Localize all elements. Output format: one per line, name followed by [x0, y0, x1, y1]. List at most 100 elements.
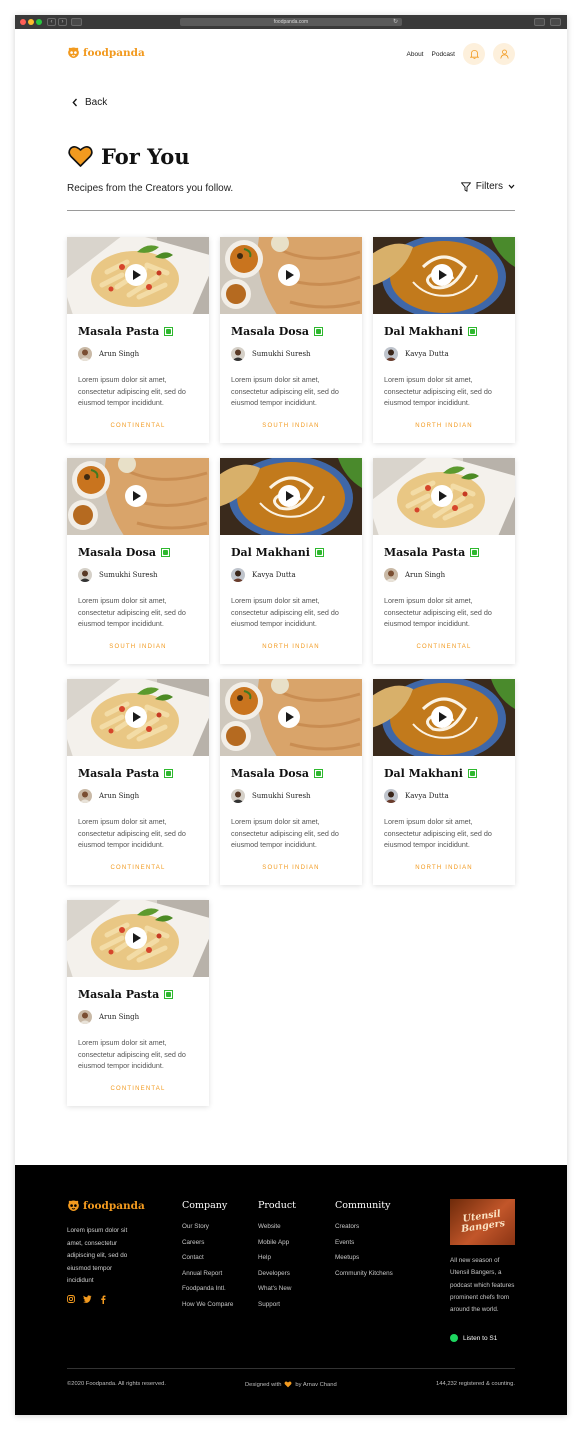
downloads-icon[interactable] [534, 18, 545, 26]
footer-link[interactable]: Events [335, 1239, 393, 1246]
recipe-card[interactable]: Dal Makhani Kavya Dutta Lorem ipsum dolor … [220, 458, 362, 664]
recipe-card[interactable]: Masala Pasta Arun Singh Lorem ipsum dolor … [67, 900, 209, 1106]
recipe-title[interactable]: Masala Dosa [231, 767, 309, 780]
footer-link[interactable]: Meetups [335, 1254, 393, 1261]
brand-logo[interactable]: foodpanda [67, 47, 145, 59]
cuisine-tag[interactable]: CONTINENTAL [67, 423, 209, 429]
recipe-title[interactable]: Masala Dosa [78, 546, 156, 559]
reload-icon[interactable]: ↻ [393, 18, 398, 26]
play-button[interactable] [125, 264, 147, 286]
recipe-card[interactable]: Masala Dosa Sumukhi Suresh Lorem ipsum dol… [67, 458, 209, 664]
cuisine-tag[interactable]: NORTH INDIAN [220, 644, 362, 650]
footer-link[interactable]: Community Kitchens [335, 1270, 393, 1277]
cuisine-tag[interactable]: SOUTH INDIAN [67, 644, 209, 650]
recipe-author[interactable]: Kavya Dutta [231, 568, 296, 582]
cuisine-tag[interactable]: NORTH INDIAN [373, 865, 515, 871]
recipe-card[interactable]: Masala Dosa Sumukhi Suresh Lorem ipsum dol… [220, 679, 362, 885]
play-button[interactable] [278, 706, 300, 728]
play-button[interactable] [431, 264, 453, 286]
maximize-window-button[interactable] [36, 19, 42, 25]
footer-link[interactable]: Mobile App [258, 1239, 296, 1246]
recipe-author[interactable]: Kavya Dutta [384, 347, 449, 361]
play-button[interactable] [125, 706, 147, 728]
footer-link[interactable]: Careers [182, 1239, 233, 1246]
cuisine-tag[interactable]: CONTINENTAL [67, 865, 209, 871]
recipe-title[interactable]: Masala Pasta [384, 546, 465, 559]
browser-forward-icon[interactable]: › [58, 18, 67, 26]
recipe-card[interactable]: Masala Pasta Arun Singh Lorem ipsum dolor … [67, 679, 209, 885]
cuisine-tag[interactable]: SOUTH INDIAN [220, 423, 362, 429]
nav-about-link[interactable]: About [407, 51, 424, 58]
recipe-card[interactable]: Masala Dosa Sumukhi Suresh Lorem ipsum dol… [220, 237, 362, 443]
back-link[interactable]: Back [72, 97, 107, 108]
recipe-title[interactable]: Masala Pasta [78, 988, 159, 1001]
recipe-author[interactable]: Sumukhi Suresh [231, 789, 311, 803]
url-bar[interactable]: foodpanda.com ↻ [180, 18, 402, 26]
recipe-title[interactable]: Dal Makhani [384, 767, 463, 780]
recipe-author[interactable]: Kavya Dutta [384, 789, 449, 803]
minimize-window-button[interactable] [28, 19, 34, 25]
footer-brand-logo[interactable]: foodpanda [67, 1200, 145, 1212]
recipe-author[interactable]: Arun Singh [384, 568, 445, 582]
recipe-card[interactable]: Dal Makhani Kavya Dutta Lorem ipsum dolor … [373, 237, 515, 443]
notifications-button[interactable] [463, 43, 485, 65]
recipe-title[interactable]: Masala Dosa [231, 325, 309, 338]
footer-link[interactable]: Our Story [182, 1223, 233, 1230]
recipe-thumbnail[interactable] [373, 458, 515, 535]
footer-link[interactable]: Website [258, 1223, 296, 1230]
recipe-author[interactable]: Arun Singh [78, 789, 139, 803]
close-window-button[interactable] [20, 19, 26, 25]
recipe-title[interactable]: Dal Makhani [384, 325, 463, 338]
recipe-thumbnail[interactable] [373, 679, 515, 756]
recipe-thumbnail[interactable] [67, 900, 209, 977]
recipe-title[interactable]: Masala Pasta [78, 325, 159, 338]
play-button[interactable] [278, 264, 300, 286]
recipe-title[interactable]: Masala Pasta [78, 767, 159, 780]
filters-button[interactable]: Filters [460, 181, 515, 192]
footer-link[interactable]: Developers [258, 1270, 296, 1277]
recipe-thumbnail[interactable] [220, 679, 362, 756]
sidebar-toggle-icon[interactable] [71, 18, 82, 26]
play-button[interactable] [431, 706, 453, 728]
footer-link[interactable]: How We Compare [182, 1301, 233, 1308]
footer-link[interactable]: What's New [258, 1285, 296, 1292]
podcast-cover-image[interactable]: Utensil Bangers [450, 1199, 515, 1245]
veg-icon [467, 769, 477, 778]
cuisine-tag[interactable]: CONTINENTAL [373, 644, 515, 650]
cuisine-tag[interactable]: SOUTH INDIAN [220, 865, 362, 871]
recipe-author[interactable]: Sumukhi Suresh [78, 568, 158, 582]
facebook-icon[interactable] [100, 1295, 106, 1304]
recipe-thumbnail[interactable] [220, 458, 362, 535]
profile-button[interactable] [493, 43, 515, 65]
cuisine-tag[interactable]: NORTH INDIAN [373, 423, 515, 429]
recipe-author[interactable]: Sumukhi Suresh [231, 347, 311, 361]
footer-link[interactable]: Support [258, 1301, 296, 1308]
play-button[interactable] [278, 485, 300, 507]
tabs-overview-icon[interactable] [550, 18, 561, 26]
instagram-icon[interactable] [67, 1295, 75, 1303]
footer-link[interactable]: Creators [335, 1223, 393, 1230]
footer-link[interactable]: Help [258, 1254, 296, 1261]
play-button[interactable] [431, 485, 453, 507]
recipe-card[interactable]: Masala Pasta Arun Singh Lorem ipsum dolor … [373, 458, 515, 664]
browser-back-icon[interactable]: ‹ [47, 18, 56, 26]
recipe-author[interactable]: Arun Singh [78, 347, 139, 361]
play-button[interactable] [125, 927, 147, 949]
cuisine-tag[interactable]: CONTINENTAL [67, 1086, 209, 1092]
recipe-title[interactable]: Dal Makhani [231, 546, 310, 559]
listen-podcast-link[interactable]: Listen to S1 [450, 1334, 497, 1342]
recipe-thumbnail[interactable] [67, 679, 209, 756]
footer-link[interactable]: Annual Report [182, 1270, 233, 1277]
twitter-icon[interactable] [83, 1295, 92, 1303]
footer-link[interactable]: Foodpanda Intl. [182, 1285, 233, 1292]
recipe-thumbnail[interactable] [373, 237, 515, 314]
recipe-thumbnail[interactable] [67, 458, 209, 535]
footer-link[interactable]: Contact [182, 1254, 233, 1261]
recipe-thumbnail[interactable] [220, 237, 362, 314]
play-button[interactable] [125, 485, 147, 507]
recipe-card[interactable]: Masala Pasta Arun Singh Lorem ipsum dolor … [67, 237, 209, 443]
nav-podcast-link[interactable]: Podcast [432, 51, 456, 58]
recipe-card[interactable]: Dal Makhani Kavya Dutta Lorem ipsum dolor … [373, 679, 515, 885]
recipe-author[interactable]: Arun Singh [78, 1010, 139, 1024]
recipe-thumbnail[interactable] [67, 237, 209, 314]
